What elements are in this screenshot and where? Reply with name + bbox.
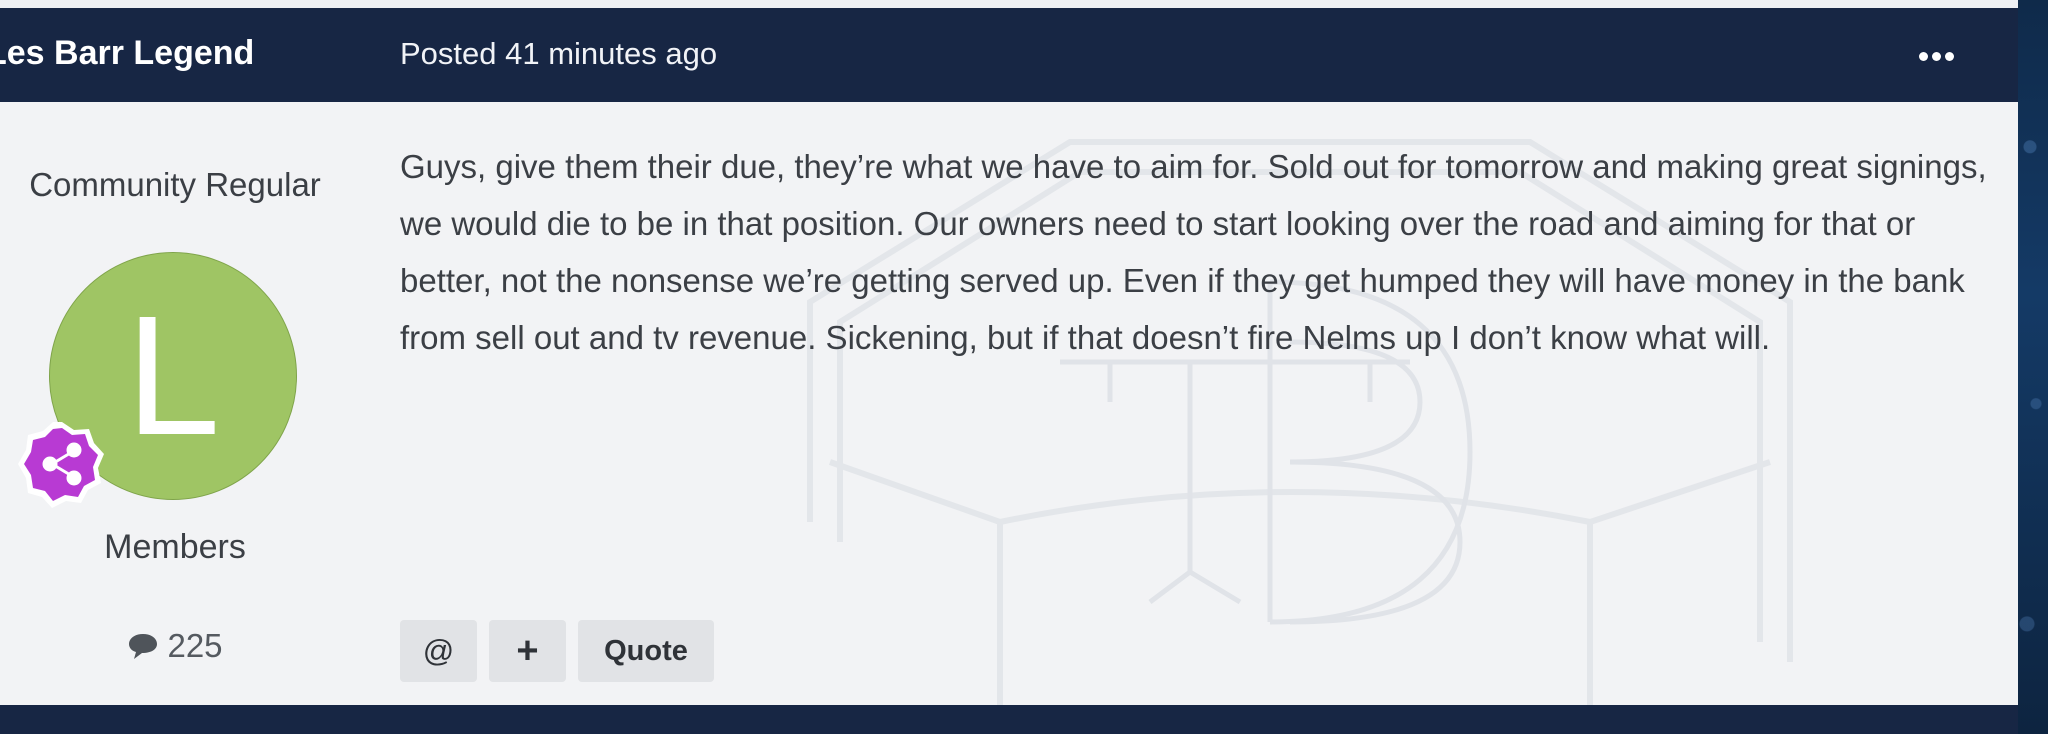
avatar-letter: L	[125, 281, 221, 471]
top-strip	[0, 0, 2018, 8]
comment-icon	[129, 634, 158, 659]
share-network-icon[interactable]	[18, 420, 106, 508]
post-header: Les Barr Legend Posted 41 minutes ago	[0, 8, 2018, 102]
post-content: Guys, give them their due, they’re what …	[400, 148, 1987, 356]
member-group: Members	[104, 528, 246, 566]
next-post-header	[0, 705, 2018, 734]
author-panel: Community Regular L Members 225	[0, 102, 350, 705]
post-timestamp[interactable]: Posted 41 minutes ago	[400, 36, 717, 72]
member-rank: Community Regular	[29, 166, 321, 203]
post-count: 225	[0, 627, 350, 665]
post-actions: @ + Quote	[400, 620, 714, 682]
author-name-link[interactable]: Les Barr Legend	[0, 34, 254, 73]
quote-button[interactable]: Quote	[578, 620, 714, 682]
forum-post-frame: Les Barr Legend Posted 41 minutes ago Co…	[0, 0, 2048, 734]
multiquote-button[interactable]: +	[489, 620, 566, 682]
post-body-container: Community Regular L Members 225 Guys, gi…	[0, 102, 2018, 705]
mention-button[interactable]: @	[400, 620, 477, 682]
background-edge	[2018, 0, 2048, 734]
post-count-value: 225	[167, 627, 223, 664]
ellipsis-icon[interactable]	[1912, 36, 1960, 76]
